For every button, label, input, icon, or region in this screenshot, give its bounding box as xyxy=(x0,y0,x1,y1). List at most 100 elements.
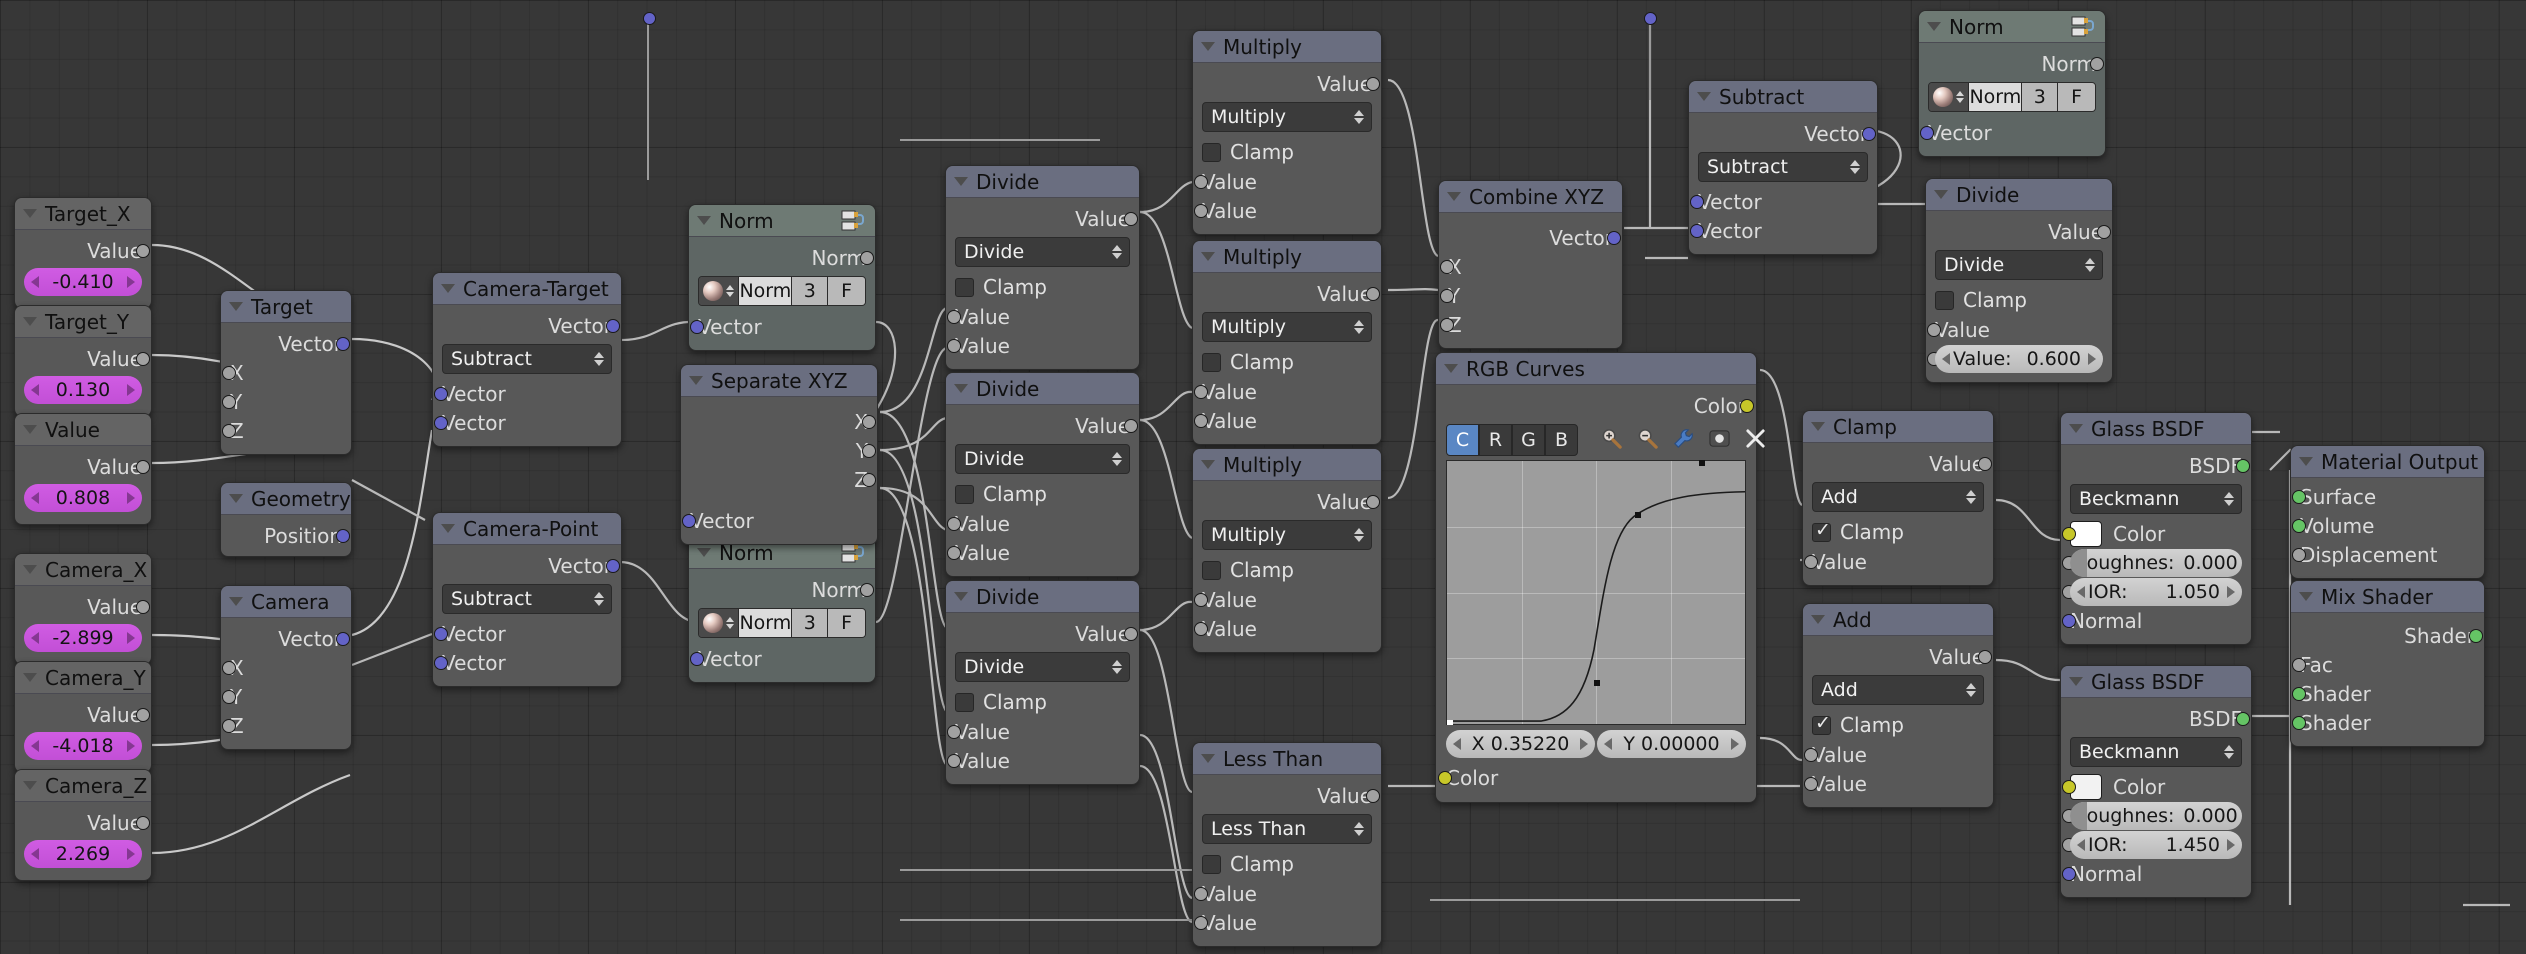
collapse-triangle-icon[interactable] xyxy=(954,592,968,601)
input-socket-color[interactable] xyxy=(2062,780,2076,794)
node-norm-c[interactable]: Norm Norm Norm 3 F Vector xyxy=(688,536,876,683)
material-sphere-icon[interactable] xyxy=(699,609,739,637)
output-socket-value[interactable] xyxy=(136,600,150,614)
node-header[interactable]: Divide xyxy=(946,166,1139,198)
output-socket-value[interactable] xyxy=(1366,287,1380,301)
node-divide-right[interactable]: Divide Value Divide Clamp Value Value: 0… xyxy=(1925,178,2113,383)
input-socket-value[interactable] xyxy=(1804,555,1818,569)
node-header[interactable]: Target_Y xyxy=(15,306,151,338)
node-header[interactable]: Clamp xyxy=(1803,411,1993,443)
input-socket-value[interactable] xyxy=(1927,323,1941,337)
output-socket-bsdf[interactable] xyxy=(2236,712,2250,726)
increment-arrow-icon[interactable] xyxy=(127,384,135,396)
collapse-triangle-icon[interactable] xyxy=(229,302,243,311)
operation-dropdown[interactable]: Divide xyxy=(955,237,1130,267)
dot-icon[interactable] xyxy=(1708,427,1731,453)
output-socket-z[interactable] xyxy=(862,473,876,487)
input-socket-value[interactable] xyxy=(1194,204,1208,218)
value-slider[interactable]: 2.269 xyxy=(24,840,142,868)
checkbox-box[interactable] xyxy=(1935,290,1954,310)
node-camera-x[interactable]: Camera_X Value -2.899 xyxy=(14,553,152,665)
node-header[interactable]: Subtract xyxy=(1689,81,1877,113)
collapse-triangle-icon[interactable] xyxy=(954,384,968,393)
operation-dropdown[interactable]: Multiply xyxy=(1202,520,1372,550)
clamp-checkbox[interactable]: Clamp xyxy=(955,687,1130,717)
output-socket-value[interactable] xyxy=(2097,225,2111,239)
input-socket-color[interactable] xyxy=(2062,527,2076,541)
curve-y-field[interactable]: Y 0.00000 xyxy=(1597,730,1746,758)
collapse-triangle-icon[interactable] xyxy=(23,781,37,790)
input-socket-value[interactable] xyxy=(1194,593,1208,607)
checkbox-box[interactable] xyxy=(1812,519,1831,542)
clamp-checkbox[interactable]: Clamp xyxy=(955,479,1130,509)
clamp-checkbox[interactable]: Clamp xyxy=(1202,347,1372,377)
node-header[interactable]: Target_X xyxy=(15,198,151,230)
curve-point-start[interactable] xyxy=(1447,720,1453,725)
increment-arrow-icon[interactable] xyxy=(127,632,135,644)
group-user-count[interactable]: 3 xyxy=(2021,83,2058,111)
collapse-triangle-icon[interactable] xyxy=(1934,190,1948,199)
nodegroup-selector[interactable]: Norm 3 F xyxy=(698,276,866,306)
input-socket-vector[interactable] xyxy=(690,652,704,666)
input-socket-vector[interactable] xyxy=(1690,224,1704,238)
node-header[interactable]: Camera-Target xyxy=(433,273,621,305)
node-header[interactable]: Less Than xyxy=(1193,743,1381,775)
chevron-updown-icon[interactable] xyxy=(2224,745,2234,759)
increment-arrow-icon[interactable] xyxy=(2227,585,2235,598)
zoom-out-icon[interactable] xyxy=(1636,427,1659,453)
input-socket-normal[interactable] xyxy=(2062,614,2076,628)
node-target-z[interactable]: Value Value 0.808 xyxy=(14,413,152,525)
input-socket-vector[interactable] xyxy=(690,320,704,334)
input-socket-value[interactable] xyxy=(1194,175,1208,189)
collapse-triangle-icon[interactable] xyxy=(2299,457,2313,466)
curve-point-mid-1[interactable] xyxy=(1594,680,1600,686)
node-header[interactable]: Multiply xyxy=(1193,449,1381,481)
node-geometry[interactable]: Geometry Position xyxy=(220,482,352,557)
checkbox-box[interactable] xyxy=(1202,142,1221,162)
collapse-triangle-icon[interactable] xyxy=(23,673,37,682)
checkbox-box[interactable] xyxy=(1812,712,1831,735)
node-norm-a[interactable]: Norm Norm Norm 3 F Vector xyxy=(688,204,876,351)
input-socket-shader[interactable] xyxy=(2292,716,2306,730)
chevron-updown-icon[interactable] xyxy=(2085,258,2095,272)
decrement-arrow-icon[interactable] xyxy=(31,632,39,644)
decrement-arrow-icon[interactable] xyxy=(1604,738,1612,750)
operation-dropdown[interactable]: Subtract xyxy=(442,344,612,374)
increment-arrow-icon[interactable] xyxy=(127,740,135,752)
operation-dropdown[interactable]: Multiply xyxy=(1202,312,1372,342)
node-header[interactable]: Target xyxy=(221,291,351,323)
chevron-updown-icon[interactable] xyxy=(1850,160,1860,174)
node-editor-canvas[interactable]: Target_X Value -0.410 Target_Y Value 0.1… xyxy=(0,0,2526,954)
input-socket-y[interactable] xyxy=(222,690,236,704)
zoom-in-icon[interactable] xyxy=(1600,427,1623,453)
input-socket-shader[interactable] xyxy=(2292,687,2306,701)
node-header[interactable]: Camera-Point xyxy=(433,513,621,545)
output-socket-color[interactable] xyxy=(1740,399,1754,413)
operation-dropdown[interactable]: Add xyxy=(1812,675,1984,705)
collapse-triangle-icon[interactable] xyxy=(23,317,37,326)
output-socket-vector[interactable] xyxy=(1607,231,1621,245)
chevron-updown-icon[interactable] xyxy=(1354,320,1364,334)
curve-x-field[interactable]: X 0.35220 xyxy=(1446,730,1595,758)
increment-arrow-icon[interactable] xyxy=(127,848,135,860)
increment-arrow-icon[interactable] xyxy=(127,276,135,288)
collapse-triangle-icon[interactable] xyxy=(229,597,243,606)
input-socket-vector[interactable] xyxy=(434,387,448,401)
operation-dropdown[interactable]: Subtract xyxy=(442,584,612,614)
node-glass-bsdf-top[interactable]: Glass BSDF BSDF Beckmann Color Roughnes:… xyxy=(2060,412,2252,645)
output-socket-bsdf[interactable] xyxy=(2236,459,2250,473)
node-header[interactable]: Glass BSDF xyxy=(2061,666,2251,698)
distribution-dropdown[interactable]: Beckmann xyxy=(2070,484,2242,514)
node-header[interactable]: Multiply xyxy=(1193,31,1381,63)
output-socket-value[interactable] xyxy=(136,244,150,258)
chevron-updown-icon[interactable] xyxy=(1112,660,1122,674)
output-socket-value[interactable] xyxy=(136,816,150,830)
node-header[interactable]: Camera_Z xyxy=(15,770,151,802)
input-socket-fac[interactable] xyxy=(2292,658,2306,672)
ior-slider[interactable]: IOR: 1.450 xyxy=(2070,830,2242,859)
value-slider[interactable]: -4.018 xyxy=(24,732,142,760)
output-socket-norm[interactable] xyxy=(860,251,874,265)
reroute-dot[interactable] xyxy=(1644,12,1657,25)
node-header[interactable]: Multiply xyxy=(1193,241,1381,273)
collapse-triangle-icon[interactable] xyxy=(1201,252,1215,261)
